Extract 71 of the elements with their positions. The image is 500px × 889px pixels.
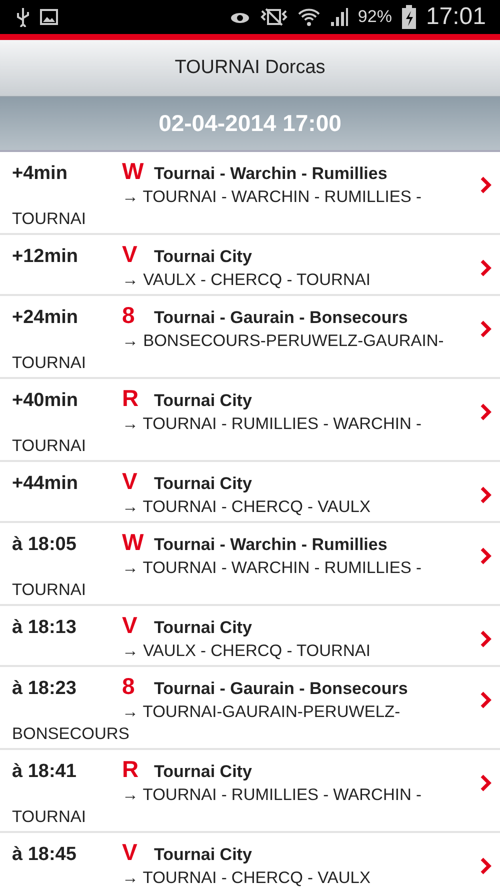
direction: → TOURNAI - CHERCQ - VAULX: [121, 497, 372, 518]
line-code: W: [122, 158, 145, 185]
battery-level: 92%: [358, 7, 392, 27]
clock: 17:01: [426, 3, 486, 31]
departure-time: à 18:45: [12, 844, 78, 866]
direction: → TOURNAI - RUMILLIES - WARCHIN - TOURNAI: [12, 785, 422, 828]
departure-row[interactable]: à 18:05 W Tournai - Warchin - Rumillies → TOURNAI - WARCHIN - RUMILLIES - TOURNAI: [0, 523, 500, 606]
route-name: Tournai City: [154, 845, 252, 865]
line-code: W: [122, 529, 145, 556]
departure-row[interactable]: à 18:41 R Tournai City → TOURNAI - RUMILLIES - WARCHIN - TOURNAI: [0, 750, 500, 833]
chevron-right-icon: [480, 176, 492, 194]
direction: → VAULX - CHERCQ - TOURNAI: [121, 641, 372, 662]
chevron-right-icon: [480, 486, 492, 504]
route-name: Tournai - Gaurain - Bonsecours: [154, 308, 408, 328]
departure-row[interactable]: +4min W Tournai - Warchin - Rumillies → TOURNAI - WARCHIN - RUMILLIES - TOURNAI: [0, 152, 500, 235]
route-name: Tournai City: [154, 391, 252, 411]
departure-time: à 18:13: [12, 617, 78, 639]
usb-icon: [16, 7, 30, 27]
departure-row[interactable]: +12min V Tournai City → VAULX - CHERCQ - TOURNAI: [0, 235, 500, 296]
line-code: R: [122, 756, 140, 783]
direction: → TOURNAI - WARCHIN - RUMILLIES - TOURNAI: [12, 187, 422, 230]
chevron-right-icon: [480, 403, 492, 421]
vibrate-off-icon: [260, 7, 288, 27]
departure-time: +4min: [12, 163, 68, 185]
chevron-right-icon: [480, 547, 492, 565]
departure-row[interactable]: +24min 8 Tournai - Gaurain - Bonsecours → BONSECOURS-PERUWELZ-GAURAIN-TOURNAI: [0, 296, 500, 379]
date-time: 02-04-2014 17:00: [158, 110, 342, 137]
chevron-right-icon: [480, 320, 492, 338]
chevron-right-icon: [480, 630, 492, 648]
line-code: V: [122, 241, 138, 268]
direction: → TOURNAI - CHERCQ - VAULX: [121, 868, 372, 889]
departure-time: +12min: [12, 246, 80, 268]
departure-time: +44min: [12, 473, 80, 495]
departure-row[interactable]: +40min R Tournai City → TOURNAI - RUMILLIES - WARCHIN - TOURNAI: [0, 379, 500, 462]
direction: → TOURNAI - WARCHIN - RUMILLIES - TOURNAI: [12, 558, 422, 601]
direction: → TOURNAI-GAURAIN-PERUWELZ-BONSECOURS: [12, 702, 402, 745]
line-code: 8: [122, 673, 136, 700]
route-name: Tournai City: [154, 618, 252, 638]
chevron-right-icon: [480, 691, 492, 709]
departure-row[interactable]: à 18:45 V Tournai City → TOURNAI - CHERCQ - VAULX: [0, 833, 500, 889]
direction: → VAULX - CHERCQ - TOURNAI: [121, 270, 372, 291]
departure-row[interactable]: à 18:13 V Tournai City → VAULX - CHERCQ - TOURNAI: [0, 606, 500, 667]
signal-icon: [330, 7, 348, 27]
route-name: Tournai City: [154, 474, 252, 494]
line-code: 8: [122, 302, 136, 329]
route-name: Tournai City: [154, 762, 252, 782]
wifi-icon: [298, 7, 320, 27]
chevron-right-icon: [480, 857, 492, 875]
route-name: Tournai - Warchin - Rumillies: [154, 535, 388, 555]
line-code: V: [122, 468, 138, 495]
departure-time: à 18:41: [12, 761, 78, 783]
line-code: V: [122, 612, 138, 639]
image-icon: [40, 9, 58, 25]
departure-time: +24min: [12, 307, 80, 329]
departure-time: à 18:05: [12, 534, 78, 556]
departure-row[interactable]: à 18:23 8 Tournai - Gaurain - Bonsecours → TOURNAI-GAURAIN-PERUWELZ-BONSECOURS: [0, 667, 500, 750]
direction: → TOURNAI - RUMILLIES - WARCHIN - TOURNAI: [12, 414, 422, 457]
line-code: V: [122, 839, 138, 866]
route-name: Tournai - Warchin - Rumillies: [154, 164, 388, 184]
chevron-right-icon: [480, 259, 492, 277]
stop-title: TOURNAI Dorcas: [174, 57, 326, 79]
battery-charging-icon: [402, 5, 416, 29]
departure-row[interactable]: +44min V Tournai City → TOURNAI - CHERCQ - VAULX: [0, 462, 500, 523]
eye-icon: [230, 10, 250, 24]
departure-time: +40min: [12, 390, 80, 412]
route-name: Tournai - Gaurain - Bonsecours: [154, 679, 408, 699]
direction: → BONSECOURS-PERUWELZ-GAURAIN-TOURNAI: [12, 331, 445, 374]
chevron-right-icon: [480, 774, 492, 792]
line-code: R: [122, 385, 140, 412]
route-name: Tournai City: [154, 247, 252, 267]
departure-time: à 18:23: [12, 678, 78, 700]
